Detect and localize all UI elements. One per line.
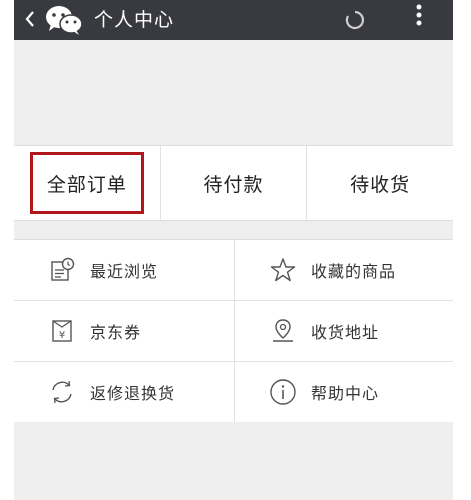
menu-item-returns[interactable]: 返修退换货 [14, 362, 234, 422]
highlight-box [30, 152, 144, 214]
wechat-logo-icon [44, 4, 84, 36]
top-bar: 个人中心 [14, 0, 453, 40]
tab-pending-receipt-label: 待收货 [350, 173, 411, 196]
coupon-icon: ¥ [48, 317, 76, 345]
app-container: 个人中心 全部订单 待付款 待收货 最近浏览 收藏的商品 ¥ 京东券 收货地址 … [14, 0, 453, 500]
menu-item-recent[interactable]: 最近浏览 [14, 240, 234, 300]
menu-item-help-label: 帮助中心 [311, 384, 380, 403]
loading-spinner-icon [345, 10, 365, 30]
bottom-blank [14, 422, 453, 500]
page-title: 个人中心 [94, 9, 175, 31]
recent-history-icon [48, 256, 76, 284]
tab-pending-payment[interactable]: 待付款 [159, 146, 307, 220]
menu-item-address-label: 收货地址 [311, 323, 380, 342]
menu-item-returns-label: 返修退换货 [90, 384, 176, 403]
svg-text:¥: ¥ [59, 330, 65, 341]
info-icon [269, 378, 297, 406]
menu-item-coupons-label: 京东券 [90, 323, 142, 342]
menu-item-address[interactable]: 收货地址 [235, 301, 453, 361]
refresh-return-icon [48, 378, 76, 406]
menu-grid: 最近浏览 收藏的商品 ¥ 京东券 收货地址 返修退换货 帮助中心 [14, 239, 453, 423]
star-icon [269, 256, 297, 284]
menu-item-coupons[interactable]: ¥ 京东券 [14, 301, 234, 361]
location-pin-icon [269, 317, 297, 345]
tab-all-orders[interactable]: 全部订单 [14, 146, 160, 220]
more-menu-icon[interactable] [412, 2, 426, 32]
tab-pending-receipt[interactable]: 待收货 [306, 146, 453, 220]
menu-item-favorites-label: 收藏的商品 [311, 262, 397, 281]
menu-item-recent-label: 最近浏览 [90, 262, 159, 281]
order-tabs: 全部订单 待付款 待收货 [14, 145, 453, 221]
profile-area-blank [14, 40, 453, 144]
menu-item-help[interactable]: 帮助中心 [235, 362, 453, 422]
tab-pending-payment-label: 待付款 [203, 173, 264, 196]
menu-item-favorites[interactable]: 收藏的商品 [235, 240, 453, 300]
back-arrow-icon[interactable] [22, 7, 38, 31]
